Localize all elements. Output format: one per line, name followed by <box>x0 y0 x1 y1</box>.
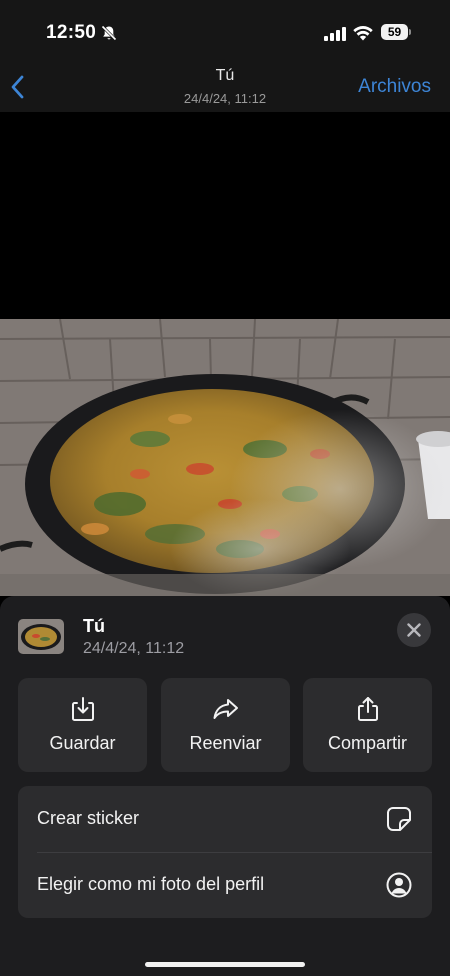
battery-icon: 59 <box>381 24 411 40</box>
status-bar: 12:50 59 <box>0 0 450 62</box>
reenviar-button[interactable]: Reenviar <box>161 678 290 772</box>
compartir-button[interactable]: Compartir <box>303 678 432 772</box>
share-icon <box>357 697 378 721</box>
status-time: 12:50 <box>46 22 97 43</box>
home-indicator[interactable] <box>145 962 305 967</box>
profile-circle-icon <box>386 872 412 898</box>
nav-bar: Tú 24/4/24, 11:12 Archivos <box>0 62 450 112</box>
foto-perfil-item[interactable]: Elegir como mi foto del perfil <box>18 852 432 918</box>
close-button[interactable] <box>397 613 431 647</box>
cellular-signal-icon <box>324 27 346 41</box>
guardar-button[interactable]: Guardar <box>18 678 147 772</box>
bell-slash-icon <box>101 25 117 41</box>
archivos-button[interactable]: Archivos <box>358 76 431 98</box>
close-icon <box>407 623 421 637</box>
crear-sticker-item[interactable]: Crear sticker <box>18 786 432 852</box>
options-list: Crear sticker Elegir como mi foto del pe… <box>18 786 432 918</box>
crear-sticker-label: Crear sticker <box>37 808 140 828</box>
battery-level: 59 <box>387 25 402 39</box>
compartir-label: Compartir <box>327 733 407 753</box>
reenviar-label: Reenviar <box>189 733 262 753</box>
foto-perfil-label: Elegir como mi foto del perfil <box>37 874 265 894</box>
sticker-icon <box>387 807 411 831</box>
guardar-label: Guardar <box>49 733 116 753</box>
photo-thumbnail <box>18 619 64 654</box>
sheet-subtitle: 24/4/24, 11:12 <box>83 640 185 657</box>
wifi-icon <box>353 26 373 41</box>
action-sheet: Tú 24/4/24, 11:12 Guardar Reenviar Compa… <box>0 596 450 976</box>
forward-arrow-icon <box>213 699 238 719</box>
sheet-title: Tú <box>83 616 105 636</box>
photo-viewer[interactable] <box>0 112 450 596</box>
download-icon <box>71 697 94 721</box>
paella-photo <box>0 319 450 596</box>
